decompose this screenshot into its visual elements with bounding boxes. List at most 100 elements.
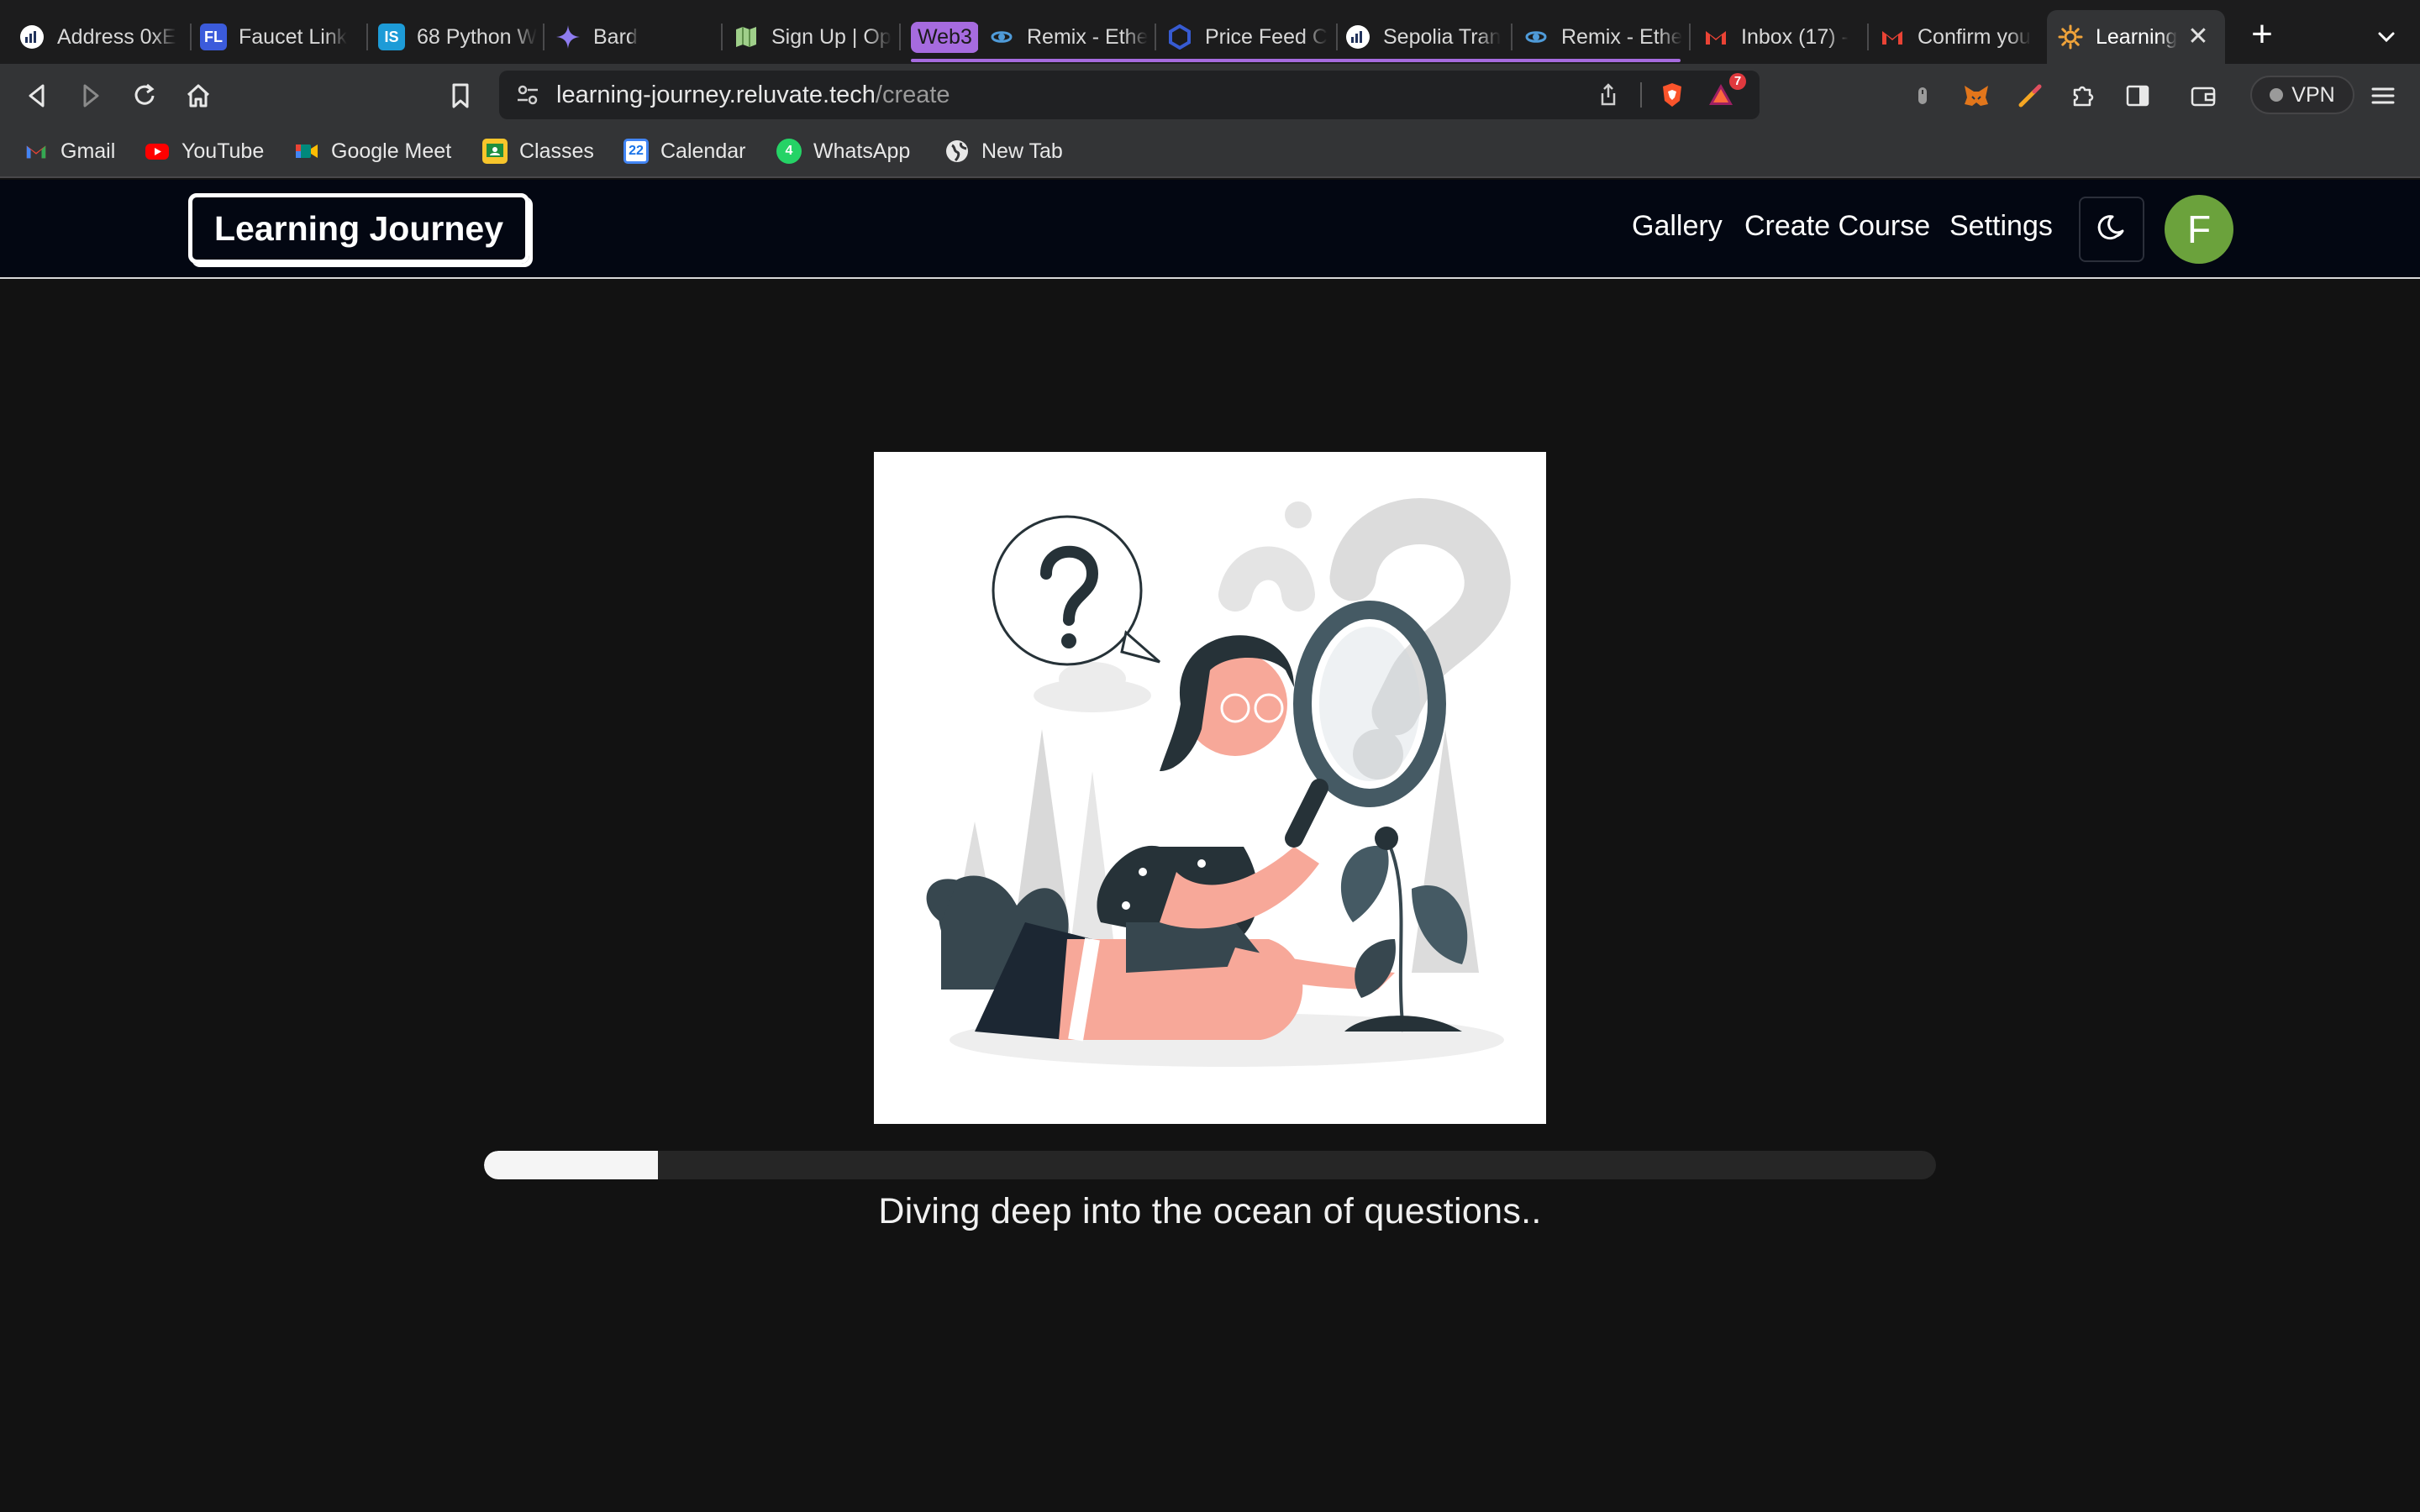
calendar-icon: 22 [623, 139, 649, 164]
close-tab-icon[interactable]: ✕ [2183, 22, 2213, 52]
nav-gallery[interactable]: Gallery [1632, 210, 1723, 243]
tab-label: Remix - Ethe [1561, 24, 1683, 49]
tab-separator [366, 24, 368, 50]
tab-label: Learning [2096, 24, 2178, 49]
bookmark-google-meet[interactable]: Google Meet [294, 136, 451, 166]
bookmark-new-tab[interactable]: New Tab [944, 136, 1063, 166]
remix-icon [1523, 24, 1549, 50]
bookmark-calendar[interactable]: 22 Calendar [623, 136, 745, 166]
bard-sparkle-icon [555, 24, 581, 50]
nav-settings[interactable]: Settings [1949, 210, 2053, 243]
map-icon [733, 24, 760, 50]
theme-toggle-button[interactable] [2079, 197, 2144, 262]
chevron-down-icon[interactable] [2370, 20, 2403, 54]
tab-sign-up[interactable]: Sign Up | Op [733, 10, 897, 64]
tab-group-web3[interactable]: Web3 [911, 10, 978, 64]
brave-shields-icon[interactable] [1655, 78, 1689, 112]
vpn-status-icon [2270, 88, 2284, 102]
vpn-label: VPN [2291, 82, 2335, 107]
share-icon[interactable] [1591, 78, 1625, 112]
whatsapp-icon-count: 4 [785, 144, 793, 158]
new-tab-button[interactable]: + [2245, 16, 2279, 53]
tab-label: Bard [593, 24, 638, 49]
rewards-badge: 7 [1729, 73, 1746, 90]
bookmark-gmail[interactable]: Gmail [24, 136, 115, 166]
calendar-icon-day: 22 [629, 144, 644, 158]
google-meet-icon [294, 139, 319, 164]
url-path: /create [875, 81, 950, 108]
bookmark-whatsapp[interactable]: 4 WhatsApp [776, 136, 910, 166]
extension-mouse-icon[interactable] [1904, 77, 1941, 114]
browser-toolbar: learning-journey.reluvate.tech/create 7 … [0, 64, 2420, 126]
bookmark-youtube[interactable]: YouTube [145, 136, 264, 166]
site-logo[interactable]: Learning Journey [188, 193, 529, 264]
tab-remix-2[interactable]: Remix - Ethe [1523, 10, 1687, 64]
etherscan-icon [18, 24, 45, 50]
forward-icon[interactable] [72, 77, 109, 114]
metamask-icon[interactable] [1958, 77, 1995, 114]
tab-separator [899, 24, 901, 50]
color-picker-icon[interactable] [2012, 77, 2049, 114]
tab-label: Remix - Ethe [1027, 24, 1149, 49]
avatar-initial: F [2186, 207, 2212, 251]
tab-label: Sepolia Tran [1383, 24, 1502, 49]
tab-label: Confirm you [1918, 24, 2031, 49]
tab-separator [1155, 24, 1156, 50]
brave-rewards-icon[interactable]: 7 [1704, 73, 1746, 112]
tab-bard[interactable]: Bard [555, 10, 719, 64]
bookmark-classes[interactable]: Classes [482, 136, 594, 166]
site-header: Learning Journey Gallery Create Course S… [0, 180, 2420, 279]
tab-separator [543, 24, 544, 50]
tab-label: Price Feed C [1205, 24, 1328, 49]
tab-confirm[interactable]: Confirm you [1879, 10, 2040, 64]
nav-create-course[interactable]: Create Course [1744, 210, 1930, 243]
sidebar-toggle-icon[interactable] [2119, 77, 2156, 114]
tab-python[interactable]: IS 68 Python W [378, 10, 539, 64]
menu-icon[interactable] [2365, 77, 2402, 114]
bookmark-label: Gmail [60, 139, 116, 163]
status-text: Diving deep into the ocean of questions.… [878, 1191, 1542, 1231]
url-host: learning-journey.reluvate.tech [556, 81, 876, 108]
avatar[interactable]: F [2165, 195, 2233, 264]
fl-icon: FL [200, 24, 227, 50]
progress-bar [484, 1151, 1936, 1179]
tab-separator [1511, 24, 1512, 50]
bookmarks-bar: Gmail YouTube Google Meet Classes 22 Cal… [0, 126, 2420, 178]
wallet-icon[interactable] [2185, 77, 2222, 114]
chainlink-icon [1166, 24, 1193, 50]
tab-label: 68 Python W [417, 24, 538, 49]
tab-group-label: Web3 [911, 21, 978, 53]
tab-separator [1336, 24, 1338, 50]
tab-label: Inbox (17) - [1741, 24, 1849, 49]
fl-icon-text: FL [204, 28, 223, 45]
tab-learning-journey[interactable]: Learning ✕ [2047, 10, 2225, 64]
whatsapp-icon: 4 [776, 139, 802, 164]
bookmark-icon[interactable] [442, 77, 479, 114]
tab-address[interactable]: Address 0xE [18, 10, 187, 64]
sun-icon [2057, 24, 2084, 50]
home-icon[interactable] [180, 77, 217, 114]
moon-icon [2095, 211, 2128, 249]
url-text: learning-journey.reluvate.tech/create [556, 81, 950, 109]
tab-price-feed[interactable]: Price Feed C [1166, 10, 1334, 64]
tab-inbox[interactable]: Inbox (17) - [1702, 10, 1867, 64]
tab-label: Sign Up | Op [771, 24, 892, 49]
tab-separator [190, 24, 192, 50]
bookmark-label: WhatsApp [813, 139, 911, 163]
tab-faucet-link[interactable]: FL Faucet Link [200, 10, 365, 64]
google-classroom-icon [482, 139, 508, 164]
extensions-puzzle-icon[interactable] [2065, 77, 2102, 114]
address-bar[interactable]: learning-journey.reluvate.tech/create 7 [499, 71, 1760, 119]
bookmark-label: Classes [519, 139, 594, 163]
globe-icon [944, 139, 970, 164]
tab-sepolia[interactable]: Sepolia Tran [1344, 10, 1509, 64]
site-settings-icon[interactable] [511, 78, 544, 112]
back-icon[interactable] [18, 77, 55, 114]
tab-remix[interactable]: Remix - Ethe [988, 10, 1153, 64]
tab-separator [721, 24, 723, 50]
vpn-button[interactable]: VPN [2250, 76, 2354, 114]
omnibox-divider [1640, 82, 1642, 108]
progress-bar-fill [484, 1151, 659, 1179]
etherscan-icon [1344, 24, 1371, 50]
reload-icon[interactable] [126, 77, 163, 114]
